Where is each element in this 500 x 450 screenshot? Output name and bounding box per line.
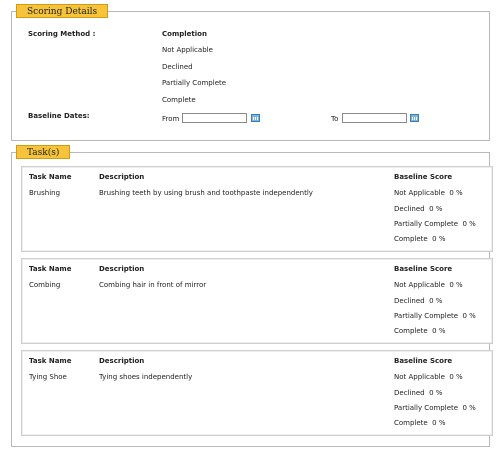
score-partially-complete: Partially Complete 0 % — [394, 312, 476, 320]
tasks-legend: Task(s) — [16, 145, 71, 159]
option-declined: Declined — [162, 63, 193, 71]
option-complete: Complete — [162, 96, 196, 104]
score-complete: Complete 0 % — [394, 419, 446, 427]
task-description: Brushing teeth by using brush and toothp… — [99, 189, 313, 197]
task-description: Tying shoes independently — [99, 373, 193, 381]
baseline-dates-label: Baseline Dates: — [28, 112, 90, 120]
option-not-applicable: Not Applicable — [162, 46, 213, 54]
to-calendar-icon[interactable] — [410, 114, 419, 122]
to-date-input[interactable] — [342, 113, 407, 123]
task-name-header: Task Name — [29, 357, 72, 365]
to-label: To — [331, 115, 339, 123]
task-description: Combing hair in front of mirror — [99, 281, 207, 289]
score-declined: Declined 0 % — [394, 389, 443, 397]
from-date-input[interactable] — [182, 113, 247, 123]
score-declined: Declined 0 % — [394, 297, 443, 305]
score-not-applicable: Not Applicable 0 % — [394, 373, 463, 381]
description-header: Description — [99, 265, 145, 273]
scoring-details-section: Scoring Details Scoring Method : Complet… — [11, 4, 490, 141]
baseline-score-header: Baseline Score — [394, 173, 453, 181]
description-header: Description — [99, 357, 145, 365]
task-name: Brushing — [29, 189, 61, 197]
task-name-header: Task Name — [29, 173, 72, 181]
score-not-applicable: Not Applicable 0 % — [394, 281, 463, 289]
from-calendar-icon[interactable] — [251, 114, 260, 122]
task-name-header: Task Name — [29, 265, 72, 273]
baseline-score-header: Baseline Score — [394, 357, 453, 365]
task-card: Task Name Description Baseline Score Tyi… — [21, 350, 493, 436]
option-partially-complete: Partially Complete — [162, 79, 227, 87]
task-card: Task Name Description Baseline Score Com… — [21, 258, 493, 344]
scoring-method-label: Scoring Method : — [28, 30, 96, 38]
score-complete: Complete 0 % — [394, 327, 446, 335]
tasks-section: Task(s) Task Name Description Baseline S… — [11, 145, 493, 447]
score-declined: Declined 0 % — [394, 205, 443, 213]
score-not-applicable: Not Applicable 0 % — [394, 189, 463, 197]
description-header: Description — [99, 173, 145, 181]
task-name: Tying Shoe — [29, 373, 67, 381]
completion-header: Completion — [162, 30, 207, 38]
score-partially-complete: Partially Complete 0 % — [394, 404, 476, 412]
task-name: Combing — [29, 281, 61, 289]
task-card: Task Name Description Baseline Score Bru… — [21, 166, 493, 252]
score-complete: Complete 0 % — [394, 235, 446, 243]
baseline-score-header: Baseline Score — [394, 265, 453, 273]
score-partially-complete: Partially Complete 0 % — [394, 220, 476, 228]
scoring-details-legend: Scoring Details — [16, 4, 109, 18]
from-label: From — [162, 115, 180, 123]
